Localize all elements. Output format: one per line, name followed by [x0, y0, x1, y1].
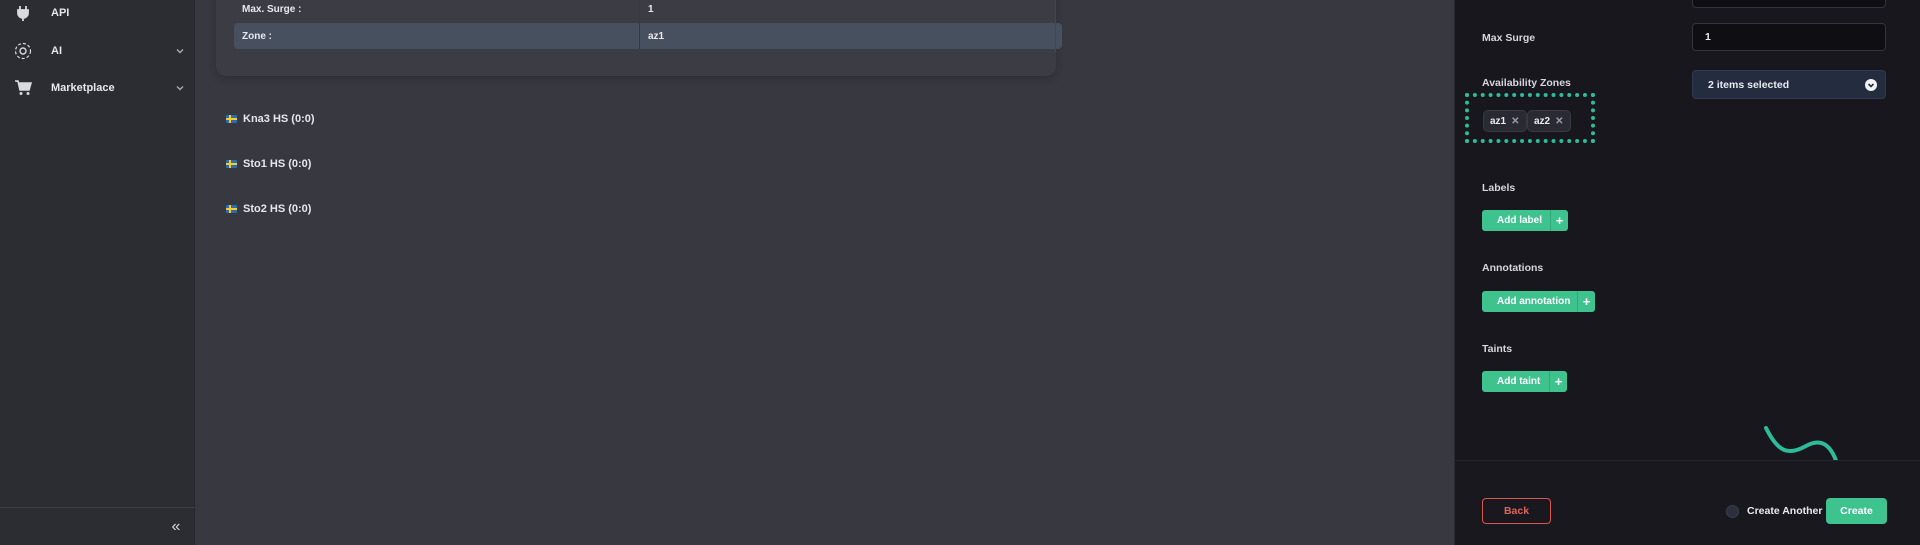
- region-item-sto2[interactable]: Sto2 HS (0:0): [226, 200, 311, 218]
- sweden-flag-icon: [226, 160, 237, 168]
- sidebar-item-label: AI: [51, 45, 62, 57]
- sidebar: API AI Marketplace «: [0, 0, 195, 545]
- remove-chip-icon[interactable]: ✕: [1555, 116, 1563, 127]
- detail-key: Zone :: [242, 30, 272, 42]
- select-value: 2 items selected: [1708, 78, 1790, 91]
- taints-heading: Taints: [1482, 343, 1513, 355]
- zone-chip-az1: az1 ✕: [1483, 110, 1527, 132]
- region-label: Sto1 HS (0:0): [243, 158, 312, 170]
- sidebar-item-marketplace[interactable]: Marketplace: [0, 73, 195, 103]
- button-label: Add label: [1497, 215, 1543, 226]
- remove-chip-icon[interactable]: ✕: [1511, 116, 1519, 127]
- detail-row-max-surge: Max. Surge : 1: [234, 0, 1062, 22]
- availability-zones-select[interactable]: 2 items selected: [1692, 70, 1886, 99]
- add-label-button[interactable]: Add label +: [1482, 210, 1568, 231]
- back-button[interactable]: Back: [1482, 498, 1551, 524]
- detail-key: Max. Surge :: [242, 3, 302, 15]
- cart-icon: [12, 77, 34, 99]
- sweden-flag-icon: [226, 205, 237, 213]
- node-pool-details-card: Max. Surge : 1 Zone : az1: [216, 0, 1062, 76]
- region-item-kna3[interactable]: Kna3 HS (0:0): [226, 110, 315, 128]
- chevron-down-icon[interactable]: [173, 44, 187, 58]
- drawer-footer: Back Create Another Create: [1455, 460, 1920, 545]
- chevron-down-icon[interactable]: [173, 81, 187, 95]
- sidebar-footer: «: [0, 507, 195, 545]
- divider: [1055, 0, 1056, 52]
- button-label: Add annotation: [1497, 296, 1571, 307]
- create-another-toggle[interactable]: [1726, 505, 1739, 518]
- max-surge-input[interactable]: 1: [1692, 23, 1886, 51]
- region-label: Kna3 HS (0:0): [243, 113, 315, 125]
- availability-zones-label: Availability Zones: [1482, 77, 1571, 89]
- selected-zones-highlight: az1 ✕ az2 ✕: [1465, 93, 1595, 143]
- sweden-flag-icon: [226, 115, 237, 123]
- sidebar-item-label: Marketplace: [51, 82, 115, 94]
- max-surge-label: Max Surge: [1482, 32, 1536, 44]
- previous-field-input[interactable]: [1692, 0, 1886, 8]
- detail-value: 1: [639, 0, 654, 22]
- region-label: Sto2 HS (0:0): [243, 203, 312, 215]
- ai-network-icon: [12, 40, 34, 62]
- chevron-down-icon: [1865, 78, 1877, 91]
- create-button[interactable]: Create: [1826, 498, 1887, 524]
- detail-row-zone: Zone : az1: [234, 23, 1062, 49]
- region-item-sto1[interactable]: Sto1 HS (0:0): [226, 155, 311, 173]
- plus-icon: +: [1550, 210, 1568, 231]
- collapse-sidebar-icon[interactable]: «: [167, 518, 185, 536]
- sidebar-item-api[interactable]: API: [0, 0, 195, 28]
- create-node-pool-drawer: Max Surge 1 Availability Zones 2 items s…: [1454, 0, 1920, 545]
- annotations-heading: Annotations: [1482, 262, 1544, 274]
- add-annotation-button[interactable]: Add annotation +: [1482, 291, 1595, 312]
- create-another-label: Create Another: [1747, 505, 1823, 517]
- chip-label: az2: [1534, 115, 1551, 127]
- plus-icon: +: [1549, 371, 1567, 392]
- zone-chip-az2: az2 ✕: [1527, 110, 1571, 132]
- sidebar-item-label: API: [51, 7, 70, 19]
- labels-heading: Labels: [1482, 182, 1516, 194]
- plus-icon: +: [1577, 291, 1595, 312]
- add-taint-button[interactable]: Add taint +: [1482, 371, 1567, 392]
- chip-label: az1: [1490, 115, 1507, 127]
- detail-value: az1: [639, 23, 664, 49]
- sidebar-item-ai[interactable]: AI: [0, 36, 195, 66]
- button-label: Add taint: [1497, 376, 1541, 387]
- plug-icon: [12, 2, 34, 24]
